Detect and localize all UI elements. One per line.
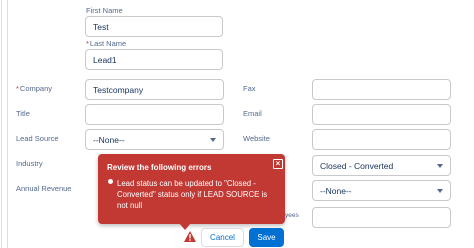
fax-label: Fax — [243, 84, 256, 93]
lead-source-select[interactable]: --None-- — [85, 129, 224, 150]
rating-select[interactable]: --None-- — [312, 180, 451, 201]
left-border-inner — [7, 0, 8, 248]
company-label: *Company — [16, 84, 52, 93]
first-name-input[interactable]: Test — [85, 16, 223, 37]
lead-status-value: Closed - Converted — [320, 160, 394, 171]
lead-source-value: --None-- — [93, 134, 125, 145]
chevron-down-icon — [437, 163, 443, 168]
close-icon[interactable]: × — [273, 159, 283, 169]
bullet-icon — [108, 179, 113, 184]
fax-input[interactable] — [312, 79, 451, 100]
lead-status-select[interactable]: Closed - Converted — [312, 155, 451, 176]
error-title: Review the following errors — [107, 163, 212, 172]
email-input[interactable] — [312, 104, 451, 125]
employees-input[interactable] — [312, 207, 451, 228]
chevron-down-icon — [437, 188, 443, 193]
required-mark: * — [86, 39, 89, 48]
required-mark: * — [16, 84, 19, 93]
email-label: Email — [243, 109, 262, 118]
employees-label-partial: yees — [285, 212, 299, 219]
company-label-text: Company — [19, 84, 53, 93]
warning-icon[interactable] — [184, 231, 196, 242]
first-name-label: First Name — [86, 6, 123, 15]
last-name-input[interactable]: Lead1 — [85, 49, 223, 70]
chevron-down-icon — [210, 137, 216, 142]
last-name-label-text: Last Name — [89, 39, 127, 48]
industry-label: Industry — [16, 159, 43, 168]
title-label: Title — [16, 109, 30, 118]
cancel-button[interactable]: Cancel — [201, 228, 244, 247]
lead-source-label: Lead Source — [16, 134, 59, 143]
website-label: Website — [243, 134, 270, 143]
company-input[interactable]: Testcompany — [85, 79, 224, 100]
website-input[interactable] — [312, 129, 451, 150]
annual-revenue-label: Annual Revenue — [16, 184, 72, 193]
error-popover: Review the following errors × Lead statu… — [98, 154, 285, 224]
title-input[interactable] — [85, 104, 224, 125]
error-popover-pointer — [179, 223, 191, 230]
error-message: Lead status can be updated to "Closed - … — [117, 179, 268, 210]
left-border — [1, 0, 2, 248]
rating-value: --None-- — [320, 185, 352, 196]
save-button[interactable]: Save — [249, 228, 284, 247]
last-name-label: *Last Name — [86, 39, 126, 48]
